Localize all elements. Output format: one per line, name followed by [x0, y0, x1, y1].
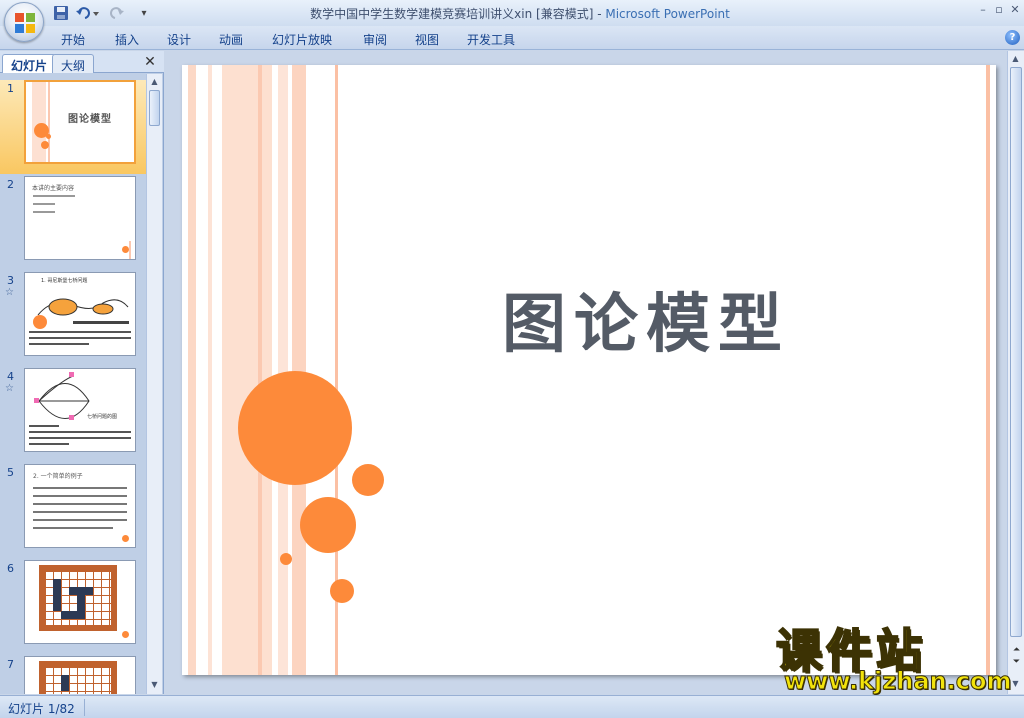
slide-thumbnail-image: 1. 哥尼斯堡七桥问题 — [24, 272, 136, 356]
slide-indicator: 幻灯片 1/82 — [8, 702, 75, 716]
office-logo-icon — [15, 13, 35, 33]
tab-animations[interactable]: 动画 — [219, 31, 243, 48]
slides-panel: 幻灯片 大纲 ✕ 1 图论模型 2 本讲的主要内容 3 ☆ 1. 哥尼斯堡七桥问… — [0, 51, 164, 694]
help-icon[interactable]: ? — [1005, 30, 1020, 45]
scroll-up-icon[interactable]: ▲ — [147, 75, 162, 89]
slide-number: 2 — [7, 178, 14, 191]
status-bar: 幻灯片 1/82 — [0, 695, 1024, 718]
decorative-circle — [300, 497, 356, 553]
previous-slide-icon[interactable]: ⏶ — [1011, 645, 1022, 656]
slide-stripe — [278, 65, 288, 675]
tab-outline[interactable]: 大纲 — [52, 54, 95, 73]
decorative-circle — [238, 371, 352, 485]
animation-star-icon: ☆ — [5, 383, 14, 394]
watermark-url: www.kjzhan.com — [783, 667, 1012, 696]
window-title: 数学中国中学生数学建模竞赛培训讲义xin [兼容模式] - Microsoft … — [310, 7, 730, 21]
slide-number: 1 — [7, 82, 14, 95]
tab-developer[interactable]: 开发工具 — [467, 31, 515, 48]
tab-slideshow[interactable]: 幻灯片放映 — [272, 31, 332, 48]
slide-thumbnail-list: 1 图论模型 2 本讲的主要内容 3 ☆ 1. 哥尼斯堡七桥问题 4 ☆ 七桥问… — [0, 74, 146, 694]
tab-slides[interactable]: 幻灯片 — [2, 54, 57, 73]
slide-thumbnail-5[interactable]: 5 2. 一个简单的例子 — [0, 464, 146, 558]
tab-insert[interactable]: 插入 — [115, 31, 139, 48]
slide-stripe — [208, 65, 212, 675]
slide-stripe — [188, 65, 196, 675]
slide-thumbnail-image — [24, 560, 136, 644]
office-button[interactable] — [4, 2, 44, 42]
redo-icon[interactable] — [106, 4, 128, 22]
slide-number: 4 — [7, 370, 14, 383]
slide-thumbnail-image — [24, 656, 136, 694]
scroll-up-icon[interactable]: ▲ — [1008, 52, 1023, 66]
thumbnail-title: 本讲的主要内容 — [32, 185, 75, 192]
slide-thumbnail-7[interactable]: 7 — [0, 656, 146, 694]
slide-number: 3 — [7, 274, 14, 287]
customize-toolbar-icon[interactable]: ▾ — [138, 4, 150, 22]
undo-icon[interactable] — [74, 4, 102, 22]
slide-scrollbar[interactable]: ▲ ⏶ ⏷ ▼ — [1007, 51, 1024, 694]
tab-home[interactable]: 开始 — [61, 31, 85, 48]
save-icon[interactable] — [52, 4, 70, 22]
watermark-logo: 课件站 www.kjzhan.com — [770, 615, 1012, 696]
thumbnail-scrollbar[interactable]: ▲ ▼ — [146, 74, 162, 694]
slide-thumbnail-image: 七桥问题的图 — [24, 368, 136, 452]
slide-number: 5 — [7, 466, 14, 479]
panel-tab-strip: 幻灯片 大纲 ✕ — [0, 51, 164, 73]
close-window-button[interactable]: ✕ — [1008, 3, 1022, 17]
animation-star-icon: ☆ — [5, 287, 14, 298]
slide-stripe — [222, 65, 272, 675]
maximize-button[interactable]: ▫ — [992, 3, 1006, 17]
tab-review[interactable]: 审阅 — [363, 31, 387, 48]
slide-stripe — [292, 65, 306, 675]
slide-thumbnail-1[interactable]: 1 图论模型 — [0, 80, 146, 174]
slide-thumbnail-4[interactable]: 4 ☆ 七桥问题的图 — [0, 368, 146, 462]
decorative-circle — [280, 553, 292, 565]
tab-view[interactable]: 视图 — [415, 31, 439, 48]
next-slide-icon[interactable]: ⏷ — [1011, 657, 1022, 668]
slide-thumbnail-3[interactable]: 3 ☆ 1. 哥尼斯堡七桥问题 — [0, 272, 146, 366]
scrollbar-thumb[interactable] — [1010, 67, 1022, 637]
slide-thumbnail-image: 本讲的主要内容 — [24, 176, 136, 260]
thumbnail-title: 2. 一个简单的例子 — [33, 473, 83, 480]
slide-thumbnail-image: 图论模型 — [24, 80, 136, 164]
status-divider — [84, 699, 85, 716]
scrollbar-thumb[interactable] — [149, 90, 160, 126]
ribbon-tab-bar: 开始 插入 设计 动画 幻灯片放映 审阅 视图 开发工具 ? — [0, 26, 1024, 50]
slide-stripe — [986, 65, 990, 675]
decorative-circle — [352, 464, 384, 496]
slide-number: 6 — [7, 562, 14, 575]
slide-title[interactable]: 图论模型 — [502, 273, 802, 365]
thumbnail-title: 七桥问题的图 — [87, 414, 118, 420]
scroll-down-icon[interactable]: ▼ — [147, 678, 162, 692]
panel-close-icon[interactable]: ✕ — [142, 54, 158, 70]
slide-stripe — [258, 65, 262, 675]
slide-thumbnail-image: 2. 一个简单的例子 — [24, 464, 136, 548]
slide-thumbnail-2[interactable]: 2 本讲的主要内容 — [0, 176, 146, 270]
tab-design[interactable]: 设计 — [167, 31, 191, 48]
thumbnail-title: 图论模型 — [68, 114, 112, 125]
thumbnail-title: 1. 哥尼斯堡七桥问题 — [41, 278, 88, 284]
slide-thumbnail-6[interactable]: 6 — [0, 560, 146, 654]
slide-canvas[interactable]: 图论模型 — [182, 65, 996, 675]
slide-number: 7 — [7, 658, 14, 671]
title-bar: ▾ 数学中国中学生数学建模竞赛培训讲义xin [兼容模式] - Microsof… — [0, 0, 1024, 26]
decorative-circle — [330, 579, 354, 603]
minimize-button[interactable]: – — [976, 3, 990, 17]
